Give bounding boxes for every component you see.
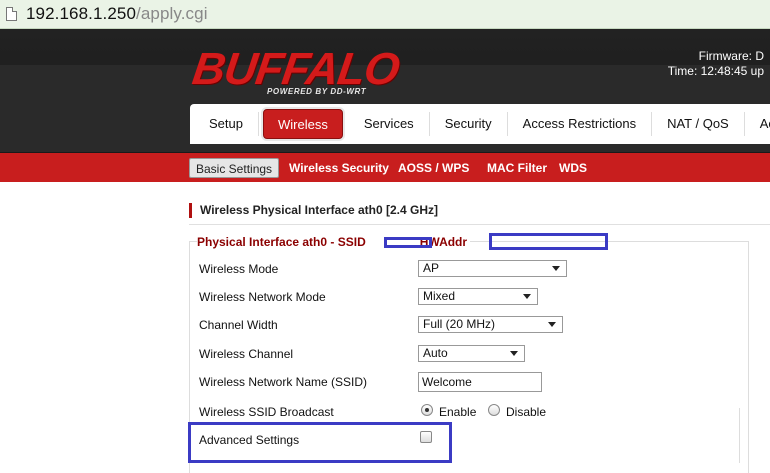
tab-setup[interactable]: Setup (194, 112, 259, 136)
url-path: /apply.cgi (136, 4, 208, 23)
sub-navigation: Basic Settings Wireless Security AOSS / … (0, 153, 770, 182)
dropdown-arrow-icon (510, 351, 518, 356)
tab-administration[interactable]: Ac (745, 112, 770, 136)
section-title: Wireless Physical Interface ath0 [2.4 GH… (189, 203, 438, 218)
network-mode-value: Mixed (423, 289, 456, 303)
wireless-mode-value: AP (423, 261, 440, 275)
tab-access-restrictions[interactable]: Access Restrictions (508, 112, 653, 136)
network-mode-label: Wireless Network Mode (199, 290, 326, 304)
network-mode-select[interactable]: Mixed (418, 288, 538, 305)
uptime-label: Time: 12:48:45 up (667, 64, 764, 78)
wireless-mode-select[interactable]: AP (418, 260, 567, 277)
dropdown-arrow-icon (548, 322, 556, 327)
hwaddr-redaction-box (489, 233, 608, 250)
channel-label: Wireless Channel (199, 347, 294, 361)
subtab-basic-settings[interactable]: Basic Settings (189, 158, 280, 178)
column-divider (739, 408, 740, 463)
ssid-redaction-box (384, 237, 432, 248)
ssid-broadcast-label: Wireless SSID Broadcast (199, 405, 334, 419)
dropdown-arrow-icon (523, 294, 531, 299)
ssid-broadcast-enable-radio[interactable] (421, 404, 433, 416)
section-divider (189, 224, 770, 225)
firmware-label: Firmware: D (698, 49, 764, 63)
ssid-broadcast-enable-label: Enable (439, 405, 477, 419)
page-icon (6, 7, 17, 21)
ssid-broadcast-disable-label: Disable (506, 405, 547, 419)
ssid-input[interactable]: Welcome (418, 372, 542, 392)
channel-width-label: Channel Width (199, 318, 278, 332)
subtab-wds[interactable]: WDS (559, 158, 587, 178)
subtab-aoss-wps[interactable]: AOSS / WPS (398, 158, 469, 178)
tab-security[interactable]: Security (430, 112, 508, 136)
channel-select[interactable]: Auto (418, 345, 525, 362)
channel-value: Auto (423, 346, 448, 360)
channel-width-value: Full (20 MHz) (423, 317, 496, 331)
channel-width-select[interactable]: Full (20 MHz) (418, 316, 563, 333)
advanced-settings-highlight-box (188, 422, 452, 463)
ssid-broadcast-disable-radio[interactable] (488, 404, 500, 416)
address-bar[interactable]: 192.168.1.250/apply.cgi (0, 0, 770, 29)
powered-by-text: POWERED BY DD-WRT (267, 87, 367, 96)
tab-services[interactable]: Services (349, 112, 430, 136)
firmware-info: Firmware: D Time: 12:48:45 up (668, 49, 764, 79)
subtab-mac-filter[interactable]: MAC Filter (487, 158, 547, 178)
legend-ssid-prefix: Physical Interface ath0 - SSID (197, 235, 366, 249)
wireless-mode-label: Wireless Mode (199, 262, 279, 276)
tab-wireless[interactable]: Wireless (262, 109, 343, 139)
subtab-wireless-security[interactable]: Wireless Security (289, 158, 389, 178)
url-text[interactable]: 192.168.1.250/apply.cgi (26, 4, 208, 24)
main-tabs: Setup Wireless Services Security Access … (190, 104, 770, 144)
ssid-label: Wireless Network Name (SSID) (199, 375, 368, 389)
tab-nat-qos[interactable]: NAT / QoS (652, 112, 745, 136)
dropdown-arrow-icon (552, 266, 560, 271)
url-host: 192.168.1.250 (26, 4, 137, 23)
